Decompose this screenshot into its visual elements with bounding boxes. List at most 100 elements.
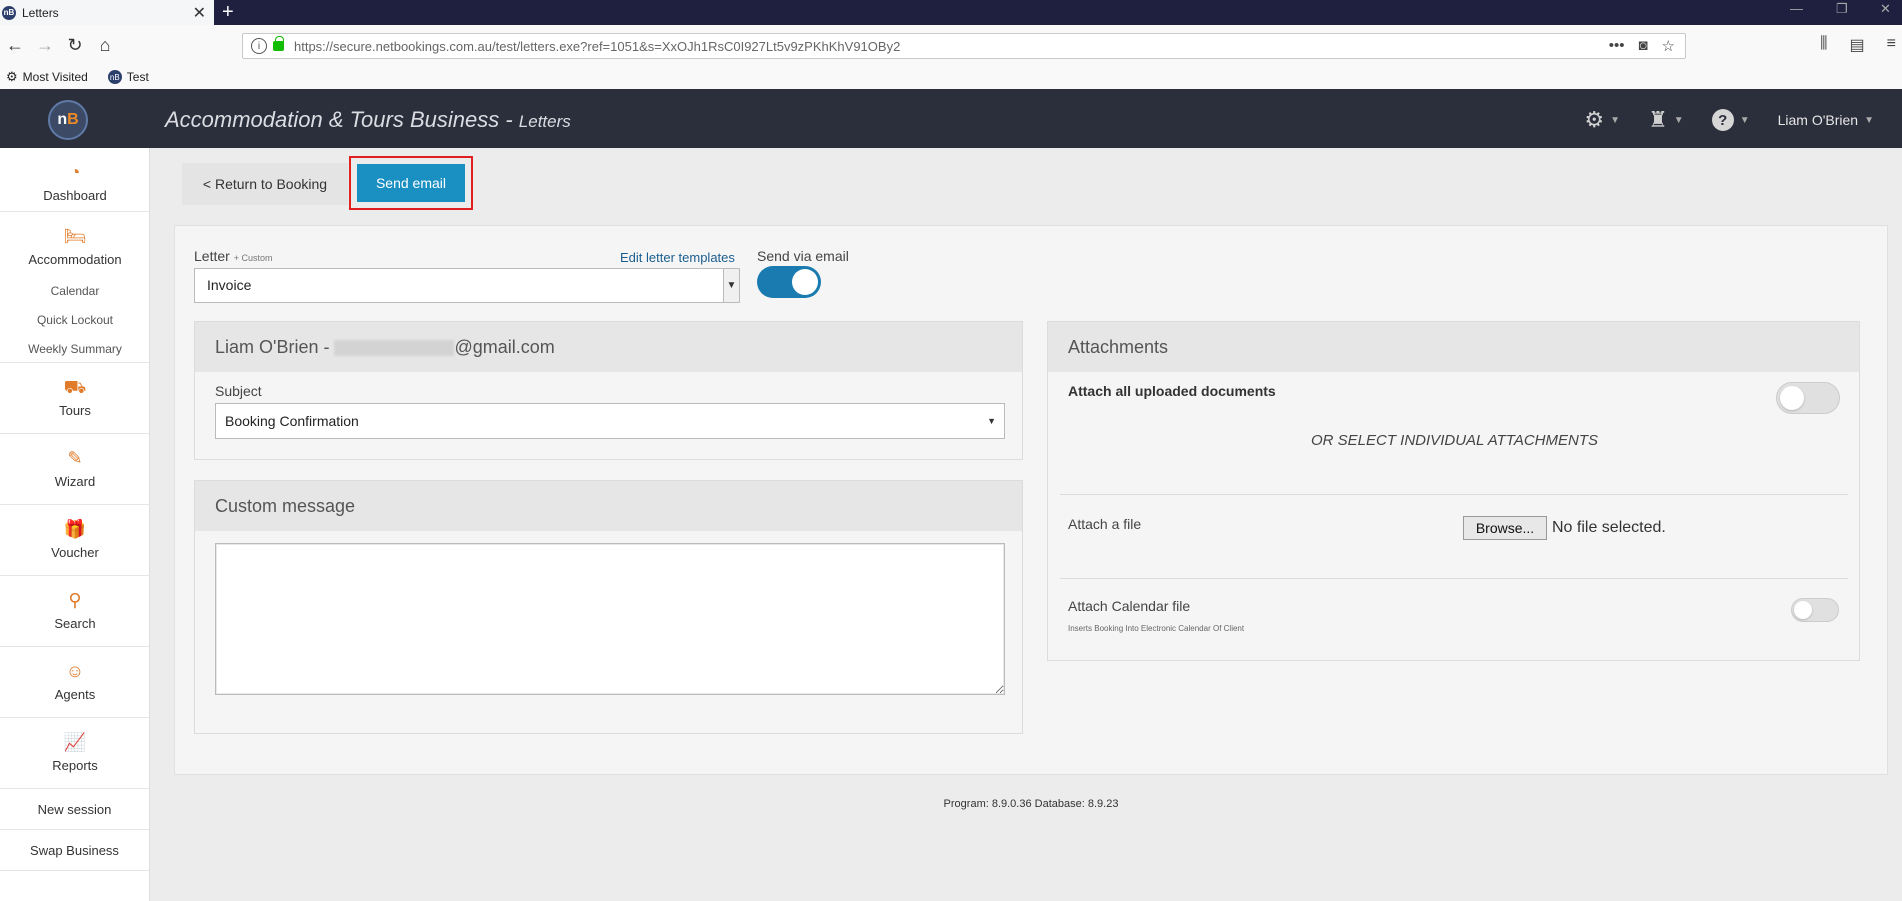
custom-message-heading: Custom message bbox=[195, 481, 1022, 531]
toggle-knob bbox=[792, 269, 818, 295]
redacted-email-part bbox=[334, 340, 455, 357]
app-logo[interactable]: nB bbox=[48, 100, 88, 140]
help-menu[interactable]: ? ▼ bbox=[1711, 109, 1750, 131]
send-email-button[interactable]: Send email bbox=[357, 164, 465, 202]
custom-message-card: Custom message bbox=[194, 480, 1023, 734]
subject-select[interactable]: Booking Confirmation ▼ bbox=[215, 403, 1005, 439]
sidebar-item-reports[interactable]: 📈 Reports bbox=[0, 718, 150, 789]
pocket-icon[interactable]: ◙ bbox=[1638, 37, 1647, 55]
more-actions-icon[interactable]: ••• bbox=[1609, 37, 1625, 55]
netbookings-logo-icon: nB bbox=[107, 70, 122, 84]
sidebar: ◔ Dashboard 🛏 Accommodation Calendar Qui… bbox=[0, 148, 150, 901]
attach-calendar-label: Attach Calendar file bbox=[1068, 598, 1191, 614]
toggle-knob bbox=[1780, 386, 1804, 410]
browser-tab-bar: nB Letters ✕ + — ❐ ✕ bbox=[0, 0, 1902, 25]
sidebar-item-dashboard[interactable]: ◔ Dashboard bbox=[0, 148, 150, 212]
sidebar-subitem-quick-lockout[interactable]: Quick Lockout bbox=[0, 306, 150, 335]
user-menu[interactable]: Liam O'Brien ▼ bbox=[1778, 112, 1874, 128]
browser-tab[interactable]: nB Letters ✕ bbox=[0, 0, 214, 25]
letter-select[interactable]: Invoice ▼ bbox=[194, 268, 740, 303]
sidebar-item-accommodation[interactable]: 🛏 Accommodation Calendar Quick Lockout W… bbox=[0, 212, 150, 363]
ninja-icon: ♜ bbox=[1648, 107, 1668, 132]
bookmark-label: Test bbox=[126, 70, 149, 84]
tour-icon: ⛟ bbox=[63, 377, 87, 397]
close-tab-icon[interactable]: ✕ bbox=[193, 3, 206, 23]
recipient-header: Liam O'Brien - @gmail.com bbox=[195, 322, 1022, 372]
return-to-booking-button[interactable]: < Return to Booking bbox=[182, 163, 348, 205]
help-icon: ? bbox=[1711, 109, 1734, 131]
sidebar-item-wizard[interactable]: ✎ Wizard bbox=[0, 434, 150, 505]
admin-menu[interactable]: ♜ ▼ bbox=[1648, 107, 1684, 133]
browser-nav-bar: ← → ↻ ⌂ i https://secure.netbookings.com… bbox=[0, 25, 1902, 65]
bookmark-test[interactable]: nB Test bbox=[107, 70, 149, 84]
minimize-icon[interactable]: — bbox=[1790, 0, 1803, 17]
gear-icon: ⚙ bbox=[6, 69, 18, 84]
send-email-highlight: Send email bbox=[349, 156, 473, 210]
sidebar-item-label: Agents bbox=[54, 687, 96, 702]
swap-business-link[interactable]: Swap Business bbox=[0, 830, 149, 871]
gears-icon: ⚙ bbox=[1584, 107, 1605, 132]
browse-button[interactable]: Browse... bbox=[1463, 516, 1547, 540]
close-window-icon[interactable]: ✕ bbox=[1880, 0, 1891, 17]
url-text[interactable]: https://secure.netbookings.com.au/test/l… bbox=[294, 39, 900, 54]
new-tab-button[interactable]: + bbox=[222, 0, 234, 25]
url-bar[interactable]: i https://secure.netbookings.com.au/test… bbox=[242, 33, 1686, 59]
forward-icon[interactable]: → bbox=[30, 35, 60, 56]
attachments-heading: Attachments bbox=[1048, 322, 1859, 372]
settings-menu[interactable]: ⚙ ▼ bbox=[1584, 107, 1620, 133]
divider bbox=[1060, 494, 1848, 495]
tab-title: Letters bbox=[22, 5, 59, 20]
attach-all-label: Attach all uploaded documents bbox=[1068, 383, 1276, 399]
sidebar-item-label: Search bbox=[54, 616, 96, 631]
speedometer-icon: ◔ bbox=[69, 162, 81, 182]
home-icon[interactable]: ⌂ bbox=[90, 35, 120, 56]
sidebar-toggle-icon[interactable]: ▤ bbox=[1850, 35, 1865, 55]
sidebar-item-label: Wizard bbox=[54, 474, 96, 489]
letter-label: Letter + Custom bbox=[194, 248, 272, 264]
lock-icon bbox=[273, 36, 284, 51]
sidebar-subitem-calendar[interactable]: Calendar bbox=[0, 277, 150, 306]
business-title: Accommodation & Tours Business - bbox=[165, 107, 513, 132]
edit-letter-templates-link[interactable]: Edit letter templates bbox=[620, 250, 735, 265]
info-icon[interactable]: i bbox=[251, 38, 267, 54]
version-footer: Program: 8.9.0.36 Database: 8.9.23 bbox=[943, 798, 1119, 810]
letter-label-text: Letter bbox=[194, 248, 230, 264]
custom-message-textarea[interactable] bbox=[215, 543, 1005, 695]
subject-select-value: Booking Confirmation bbox=[225, 413, 359, 429]
bookmark-star-icon[interactable]: ☆ bbox=[1662, 37, 1675, 55]
attach-file-label: Attach a file bbox=[1068, 516, 1142, 532]
page-title: Accommodation & Tours Business - Letters bbox=[165, 107, 571, 133]
chart-icon: 📈 bbox=[63, 732, 87, 752]
back-icon[interactable]: ← bbox=[0, 35, 30, 56]
or-select-heading: OR SELECT INDIVIDUAL ATTACHMENTS bbox=[1311, 432, 1598, 449]
attach-all-toggle[interactable] bbox=[1776, 382, 1840, 414]
agent-icon: ☺ bbox=[65, 661, 85, 681]
library-icon[interactable]: ⫼ bbox=[1820, 35, 1827, 55]
attach-calendar-toggle[interactable] bbox=[1791, 598, 1839, 622]
sidebar-item-voucher[interactable]: 🎁 Voucher bbox=[0, 505, 150, 576]
chevron-down-icon: ▼ bbox=[1864, 114, 1874, 126]
app-header: nB Accommodation & Tours Business - Lett… bbox=[0, 89, 1902, 148]
sidebar-item-agents[interactable]: ☺ Agents bbox=[0, 647, 150, 718]
restore-icon[interactable]: ❐ bbox=[1836, 0, 1848, 17]
sidebar-subitem-weekly-summary[interactable]: Weekly Summary bbox=[0, 335, 150, 364]
sidebar-item-label: Voucher bbox=[51, 545, 99, 560]
page-subtitle: Letters bbox=[518, 112, 571, 131]
sidebar-item-label: Dashboard bbox=[43, 188, 107, 203]
menu-icon[interactable]: ≡ bbox=[1887, 35, 1896, 55]
sidebar-item-tours[interactable]: ⛟ Tours bbox=[0, 363, 150, 434]
reload-icon[interactable]: ↻ bbox=[60, 35, 90, 56]
send-via-email-toggle[interactable] bbox=[757, 266, 821, 298]
user-name: Liam O'Brien bbox=[1777, 112, 1859, 128]
sidebar-item-label: Tours bbox=[59, 403, 91, 418]
bookmark-label: Most Visited bbox=[22, 70, 88, 84]
recipient-card: Liam O'Brien - @gmail.com Subject Bookin… bbox=[194, 321, 1023, 460]
chevron-down-icon[interactable]: ▼ bbox=[723, 269, 739, 302]
sidebar-item-search[interactable]: ⚲ Search bbox=[0, 576, 150, 647]
gift-icon: 🎁 bbox=[63, 519, 87, 539]
attachments-card: Attachments Attach all uploaded document… bbox=[1047, 321, 1860, 661]
wand-icon: ✎ bbox=[67, 448, 83, 468]
bed-icon: 🛏 bbox=[63, 226, 87, 246]
recipient-name: Liam O'Brien - bbox=[215, 337, 330, 357]
bookmark-most-visited[interactable]: ⚙ Most Visited bbox=[6, 69, 88, 85]
